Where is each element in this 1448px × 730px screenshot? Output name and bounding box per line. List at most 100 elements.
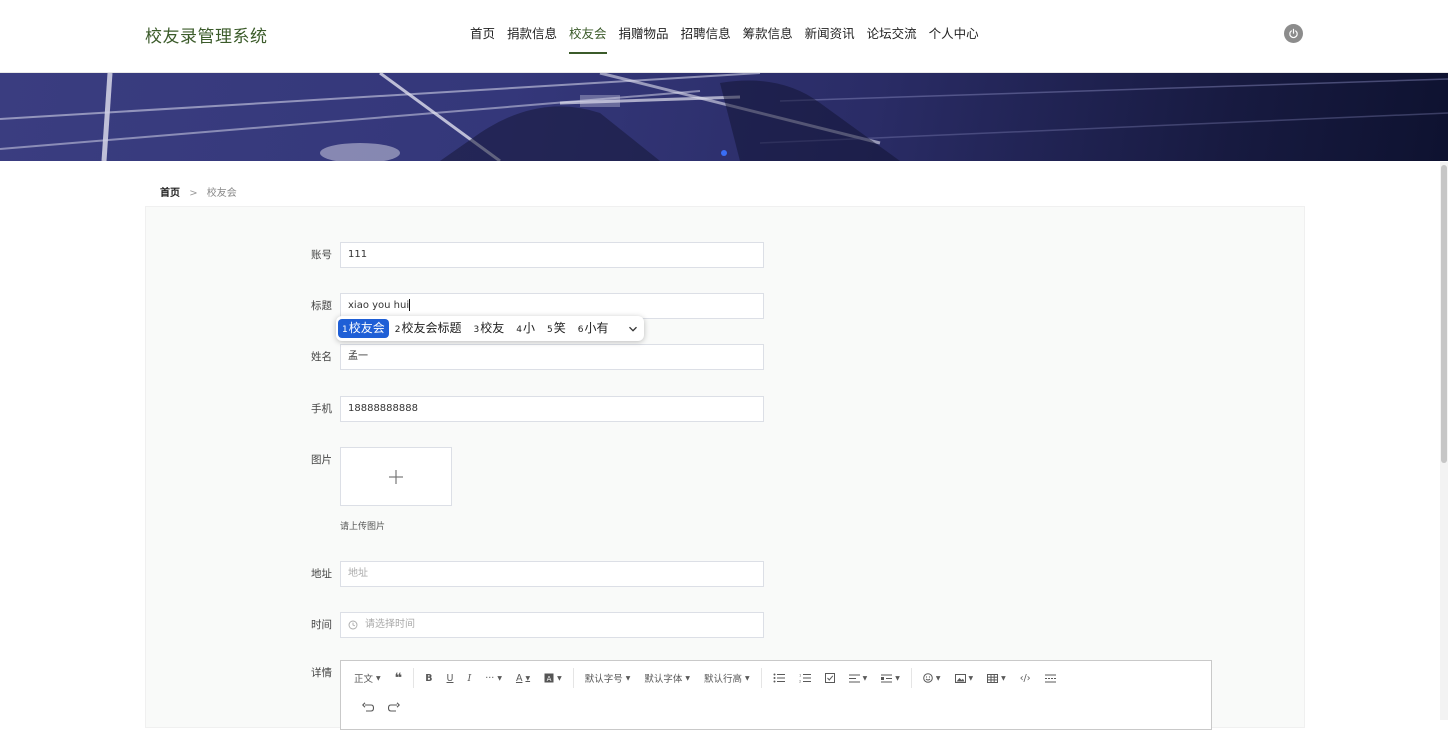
ime-candidate[interactable]: 6 小有 [572,319,615,338]
indent-icon[interactable]: ▼ [874,668,907,688]
account-value: 111 [348,249,368,260]
svg-text:1: 1 [799,674,801,678]
paragraph-label: 正文 [354,674,374,685]
image-upload-button[interactable] [340,447,452,506]
address-placeholder: 地址 [348,568,368,579]
name-value: 孟一 [348,351,368,362]
chevron-down-icon[interactable] [628,324,638,334]
todo-checkbox-icon[interactable] [818,668,842,688]
breadcrumb-current: 校友会 [206,188,237,199]
nav-recruitment[interactable]: 招聘信息 [675,0,737,72]
font-family-select[interactable]: 默认字体 ▼ [637,668,697,688]
time-placeholder: 请选择时间 [365,619,415,630]
italic-icon[interactable]: I [461,668,479,688]
phone-value: 18888888888 [348,403,418,414]
breadcrumb: 首页 > 校友会 [160,184,237,199]
site-brand[interactable]: 校友录管理系统 [145,22,268,47]
editor-toolbar-row2 [355,692,407,722]
candidate-number: 5 [547,325,553,335]
address-field[interactable]: 地址 [340,561,764,587]
upload-hint: 请上传图片 [340,522,386,532]
name-label: 姓名 [311,351,332,363]
account-field[interactable]: 111 [340,242,764,268]
svg-text:2: 2 [799,680,801,684]
track-image [0,73,1448,161]
toolbar-divider [572,668,574,688]
scrollbar-thumb[interactable] [1441,165,1447,463]
undo-icon[interactable] [355,697,381,717]
time-label: 时间 [311,619,332,631]
clock-icon [348,620,358,630]
align-icon[interactable]: ▼ [842,668,875,688]
nav-news[interactable]: 新闻资讯 [799,0,861,72]
phone-label: 手机 [311,403,332,415]
editor-toolbar: 正文 ▼ ❝ B U I ··· ▼ A ▼ A ▼ 默认字号 ▼ 默认字体 ▼ 默认行高 ▼… [347,663,1063,693]
ime-candidate-bar: 1 校友会 2 校友会标题 3 校友 4小 5笑 6 小有 [336,316,644,341]
text-cursor [409,299,411,311]
candidate-number: 3 [473,325,480,335]
hero-banner [0,73,1448,161]
background-color-icon[interactable]: A ▼ [537,668,569,688]
redo-icon[interactable] [381,697,407,717]
nav-alumni-association[interactable]: 校友会 [563,0,613,72]
svg-text:A: A [547,675,552,683]
toolbar-divider [413,668,415,688]
image-label: 图片 [311,454,332,466]
ime-candidate[interactable]: 2 校友会标题 [389,319,468,338]
time-picker[interactable]: 请选择时间 [340,612,764,638]
ime-candidate[interactable]: 3 校友 [468,319,511,338]
candidate-text: 小有 [584,321,609,335]
form-panel [145,206,1305,728]
font-size-select[interactable]: 默认字号 ▼ [578,668,638,688]
nav-home[interactable]: 首页 [464,0,501,72]
candidate-text: 小 [522,321,535,335]
top-header: 校友录管理系统 首页 捐款信息 校友会 捐赠物品 招聘信息 筹款信息 新闻资讯 … [0,0,1448,73]
ime-candidate[interactable]: 1 校友会 [338,319,389,338]
nav-donation-info[interactable]: 捐款信息 [501,0,563,72]
quote-icon[interactable]: ❝ [388,668,410,688]
divider-line-icon[interactable] [1038,668,1063,688]
name-field[interactable]: 孟一 [340,344,764,370]
candidate-text: 校友 [480,321,505,335]
toolbar-divider [760,668,762,688]
breadcrumb-home[interactable]: 首页 [160,188,180,199]
candidate-text: 校友会标题 [401,321,462,335]
candidate-text: 校友会 [348,321,385,335]
font-size-label: 默认字号 [584,674,623,685]
candidate-number: 1 [342,325,348,335]
paragraph-select[interactable]: 正文 ▼ [347,668,388,688]
nav-user-center[interactable]: 个人中心 [923,0,985,72]
power-icon[interactable] [1284,24,1303,43]
ime-candidate[interactable]: 4小 [510,319,541,338]
font-family-label: 默认字体 [644,674,683,685]
underline-icon[interactable]: U [440,668,461,688]
ime-candidate[interactable]: 5笑 [541,319,572,338]
nav-forum[interactable]: 论坛交流 [861,0,923,72]
toolbar-divider [910,668,912,688]
font-color-icon[interactable]: A ▼ [509,668,537,688]
phone-field[interactable]: 18888888888 [340,396,764,422]
nav-donated-items[interactable]: 捐赠物品 [613,0,675,72]
title-label: 标题 [311,300,332,312]
emoji-icon[interactable]: ▼ [916,668,948,688]
main-nav: 首页 捐款信息 校友会 捐赠物品 招聘信息 筹款信息 新闻资讯 论坛交流 个人中… [464,0,985,72]
candidate-text: 笑 [553,321,566,335]
table-icon[interactable]: ▼ [980,668,1013,688]
nav-fundraising[interactable]: 筹款信息 [737,0,799,72]
more-style-icon[interactable]: ··· ▼ [478,668,509,688]
candidate-number: 2 [394,325,401,335]
candidate-number: 6 [577,325,584,335]
bullet-list-icon[interactable] [766,668,792,688]
candidate-number: 4 [516,325,522,335]
address-label: 地址 [311,568,332,580]
image-insert-icon[interactable]: ▼ [948,668,981,688]
carousel-dot[interactable] [721,150,727,156]
numbered-list-icon[interactable]: 12 [792,668,818,688]
bold-icon[interactable]: B [418,668,439,688]
title-value: xiao you hui [348,300,410,311]
breadcrumb-separator: > [189,188,198,199]
plus-icon [389,469,403,484]
details-label: 详情 [311,667,332,679]
code-icon[interactable]: ‹/› [1013,668,1038,688]
line-height-select[interactable]: 默认行高 ▼ [697,668,757,688]
